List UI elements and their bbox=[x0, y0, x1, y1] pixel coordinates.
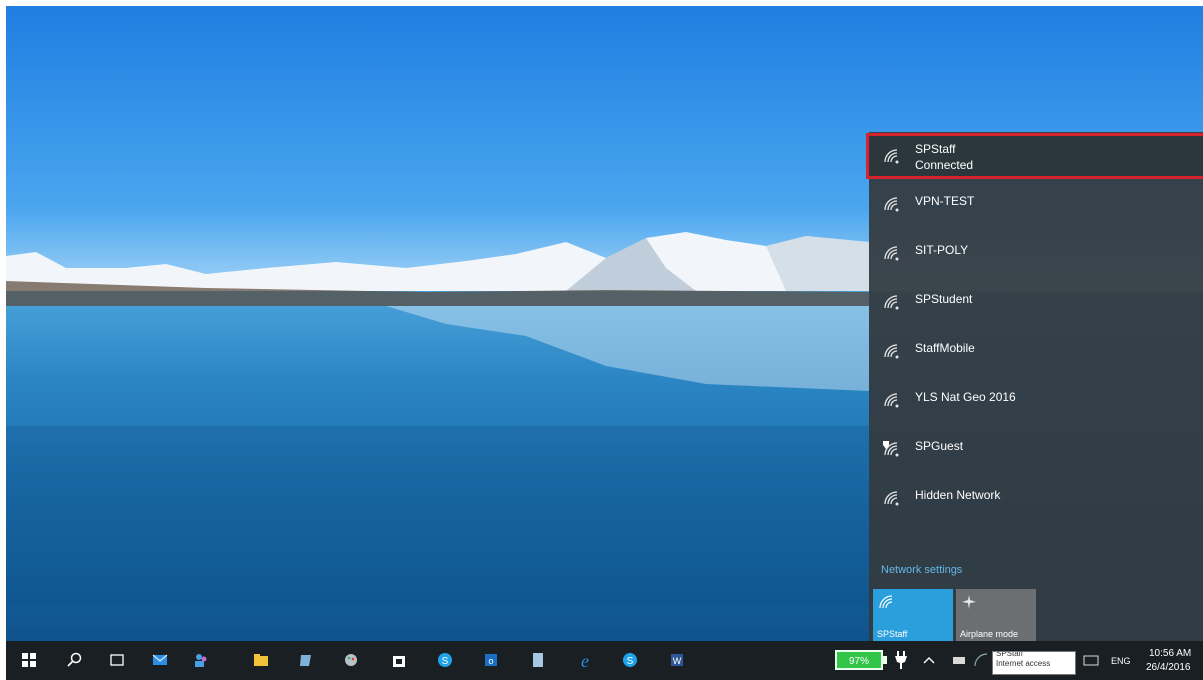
chevron-up-icon[interactable] bbox=[923, 656, 935, 664]
svg-text:o: o bbox=[488, 656, 493, 666]
notepad-icon[interactable] bbox=[529, 651, 547, 669]
wifi-icon bbox=[879, 595, 893, 609]
network-item-yls-nat-geo-2016[interactable]: YLS Nat Geo 2016 bbox=[869, 380, 1203, 428]
store-icon[interactable] bbox=[390, 651, 408, 669]
network-item-sit-poly[interactable]: SIT-POLY bbox=[869, 233, 1203, 281]
network-ssid: SPGuest bbox=[915, 439, 964, 453]
network-item-staffmobile[interactable]: StaffMobile bbox=[869, 331, 1203, 379]
power-plug-icon[interactable] bbox=[894, 651, 908, 669]
svg-text:S: S bbox=[442, 656, 449, 667]
outlook-icon[interactable]: o bbox=[482, 651, 500, 669]
battery-tip bbox=[883, 656, 887, 664]
network-item-spstudent[interactable]: SPStudent bbox=[869, 282, 1203, 330]
word-icon[interactable]: W bbox=[668, 651, 686, 669]
task-view-icon[interactable] bbox=[108, 651, 126, 669]
network-status: Connected bbox=[915, 158, 974, 172]
wifi-icon bbox=[884, 491, 899, 506]
svg-text:W: W bbox=[673, 656, 682, 666]
skype-icon[interactable]: S bbox=[436, 651, 454, 669]
tooltip-ssid: SPStaff bbox=[996, 651, 1023, 658]
skype-business-icon[interactable]: S bbox=[621, 651, 639, 669]
quick-action-label: Airplane mode bbox=[960, 629, 1019, 639]
wifi-icon bbox=[884, 149, 899, 164]
svg-text:e: e bbox=[581, 651, 589, 669]
taskbar: S o e S W 97% SPStaff Internet access EN… bbox=[6, 641, 1203, 680]
tooltip-text: Internet access bbox=[996, 659, 1051, 668]
network-ssid: YLS Nat Geo 2016 bbox=[915, 390, 1016, 404]
language-indicator[interactable]: ENG bbox=[1111, 656, 1131, 666]
clock-time[interactable]: 10:56 AM bbox=[1149, 648, 1191, 659]
wifi-shield-icon bbox=[883, 441, 899, 457]
network-ssid: SPStaff bbox=[915, 142, 956, 156]
quick-action-label: SPStaff bbox=[877, 629, 908, 639]
tray-app-icon[interactable] bbox=[952, 655, 966, 665]
keyboard-icon[interactable] bbox=[1083, 655, 1099, 666]
calculator-icon[interactable] bbox=[297, 651, 315, 669]
mail-icon[interactable] bbox=[151, 651, 169, 669]
file-explorer-icon[interactable] bbox=[252, 651, 270, 669]
quick-action-wifi[interactable]: SPStaff bbox=[873, 589, 953, 645]
wifi-icon bbox=[884, 393, 899, 408]
wifi-icon bbox=[884, 197, 899, 212]
network-ssid: StaffMobile bbox=[915, 341, 975, 355]
edge-icon[interactable]: e bbox=[576, 651, 594, 669]
svg-text:S: S bbox=[627, 656, 634, 667]
network-tray-icon[interactable] bbox=[974, 653, 988, 667]
airplane-icon bbox=[962, 595, 976, 609]
search-icon[interactable] bbox=[66, 651, 84, 669]
people-icon[interactable] bbox=[192, 651, 210, 669]
start-icon[interactable] bbox=[20, 651, 38, 669]
network-ssid: SPStudent bbox=[915, 292, 973, 306]
wifi-icon bbox=[884, 344, 899, 359]
desktop-screen: SPStaff Connected VPN-TEST SIT-POLY SPSt… bbox=[6, 6, 1203, 680]
network-item-vpn-test[interactable]: VPN-TEST bbox=[869, 184, 1203, 232]
clock-date[interactable]: 26/4/2016 bbox=[1146, 662, 1191, 673]
network-flyout: SPStaff Connected VPN-TEST SIT-POLY SPSt… bbox=[866, 132, 1203, 645]
network-ssid: Hidden Network bbox=[915, 488, 1001, 502]
network-ssid: SIT-POLY bbox=[915, 243, 969, 257]
network-settings-link[interactable]: Network settings bbox=[881, 564, 962, 576]
network-item-spguest[interactable]: SPGuest bbox=[869, 429, 1203, 477]
wifi-icon bbox=[884, 295, 899, 310]
battery-indicator[interactable]: 97% bbox=[835, 650, 883, 670]
paint-icon[interactable] bbox=[342, 651, 360, 669]
network-item-hidden-network[interactable]: Hidden Network bbox=[869, 478, 1203, 526]
wifi-icon bbox=[884, 246, 899, 261]
battery-percent: 97% bbox=[848, 656, 869, 667]
network-tooltip: SPStaff Internet access bbox=[992, 651, 1076, 675]
network-item-spstaff[interactable]: SPStaff Connected bbox=[866, 133, 1203, 179]
network-ssid: VPN-TEST bbox=[915, 194, 975, 208]
quick-action-airplane-mode[interactable]: Airplane mode bbox=[956, 589, 1036, 645]
